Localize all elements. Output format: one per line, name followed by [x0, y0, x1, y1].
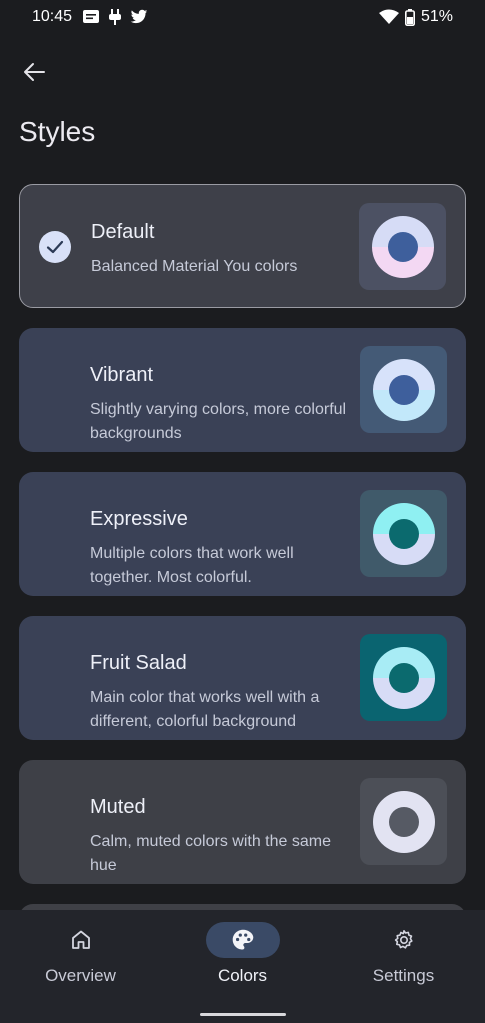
- page-title: Styles: [19, 116, 96, 147]
- style-name: Vibrant: [90, 364, 154, 386]
- style-option-muted[interactable]: Muted Calm, muted colors with the same h…: [19, 760, 466, 884]
- nav-item-overview[interactable]: Overview: [0, 922, 161, 1012]
- color-swatch: [360, 346, 447, 433]
- style-description: Balanced Material You colors: [91, 258, 298, 275]
- battery-percent: 51%: [420, 8, 453, 25]
- back-button[interactable]: [18, 56, 50, 88]
- palette-icon: [232, 929, 253, 950]
- arrow-left-icon: [24, 63, 45, 81]
- status-right: 51%: [378, 8, 453, 26]
- battery-icon: [404, 8, 415, 26]
- check-icon: [39, 231, 71, 263]
- style-option-fruit-salad[interactable]: Fruit Salad Main color that works well w…: [19, 616, 466, 740]
- swatch-preview-icon: [371, 215, 434, 278]
- style-description: Calm, muted colors with the same hue: [90, 833, 331, 874]
- color-swatch: [360, 490, 447, 577]
- style-option-expressive[interactable]: Expressive Multiple colors that work wel…: [19, 472, 466, 596]
- status-bar: 10:45 51%: [0, 0, 485, 36]
- gear-icon: [394, 930, 413, 949]
- style-name: Muted: [90, 796, 146, 818]
- wifi-icon: [378, 9, 399, 24]
- gesture-handle: [200, 1013, 286, 1016]
- color-swatch: [360, 778, 447, 865]
- style-description: Multiple colors that work well together.…: [90, 545, 294, 586]
- swatch-preview-icon: [372, 790, 435, 853]
- notification-icons: [82, 8, 148, 26]
- style-description: Main color that works well with a differ…: [90, 689, 320, 730]
- home-icon: [71, 930, 90, 949]
- nav-label: Overview: [45, 966, 116, 985]
- nav-label: Colors: [217, 966, 268, 985]
- status-time: 10:45: [32, 8, 73, 25]
- swatch-preview-icon: [372, 358, 435, 421]
- swatch-preview-icon: [372, 646, 435, 709]
- nav-pill: [44, 922, 118, 958]
- style-option-default[interactable]: Default Balanced Material You colors: [19, 184, 466, 308]
- nav-item-settings[interactable]: Settings: [323, 922, 484, 1012]
- style-name: Expressive: [90, 508, 188, 530]
- usb-plug-icon: [109, 9, 121, 25]
- color-swatch: [359, 203, 446, 290]
- color-swatch: [360, 634, 447, 721]
- style-name: Default: [91, 221, 155, 243]
- style-description: Slightly varying colors, more colorful b…: [90, 401, 347, 442]
- bottom-navigation: Overview Colors Settings: [0, 910, 485, 1023]
- twitter-icon: [130, 9, 148, 24]
- message-icon: [83, 10, 99, 23]
- nav-label: Settings: [372, 966, 435, 985]
- swatch-preview-icon: [372, 502, 435, 565]
- nav-item-colors[interactable]: Colors: [162, 922, 323, 1012]
- style-option-vibrant[interactable]: Vibrant Slightly varying colors, more co…: [19, 328, 466, 452]
- style-name: Fruit Salad: [90, 652, 187, 674]
- nav-pill: [205, 922, 280, 958]
- nav-pill: [367, 922, 441, 958]
